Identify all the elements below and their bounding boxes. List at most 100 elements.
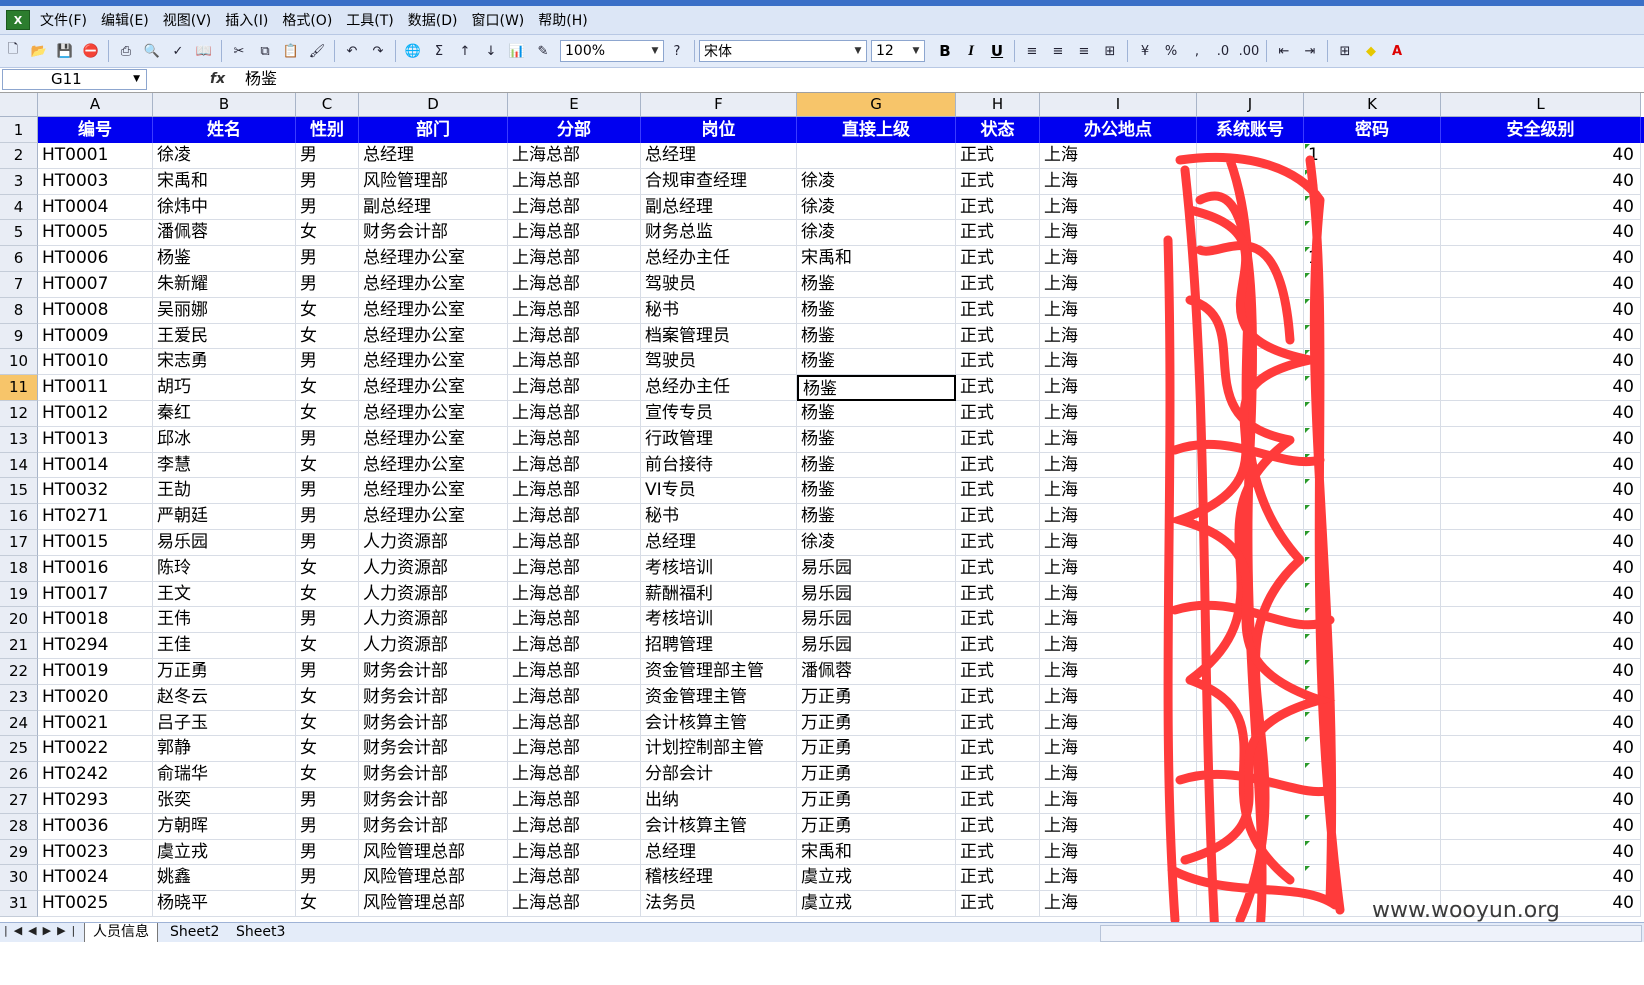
table-cell[interactable]: 万正勇 <box>797 710 956 737</box>
table-cell[interactable] <box>1197 375 1304 401</box>
table-cell[interactable]: 女 <box>296 736 359 763</box>
table-cell[interactable]: 男 <box>296 788 359 814</box>
column-header-a[interactable]: A <box>38 93 153 117</box>
table-cell[interactable]: 上海 <box>1040 813 1197 840</box>
table-cell[interactable]: HT0017 <box>38 581 153 608</box>
table-cell[interactable]: 上海总部 <box>508 375 641 401</box>
table-cell[interactable]: 合规审查经理 <box>641 168 797 195</box>
sort-descending-icon[interactable]: ↓ <box>480 40 502 62</box>
table-cell[interactable]: 上海 <box>1040 788 1197 814</box>
table-cell[interactable] <box>1304 452 1441 479</box>
table-cell[interactable]: 总经理办公室 <box>359 323 508 350</box>
table-cell[interactable]: 万正勇 <box>797 813 956 840</box>
table-cell[interactable]: 上海 <box>1040 194 1197 221</box>
table-cell[interactable]: 上海总部 <box>508 659 641 685</box>
table-cell[interactable]: HT0024 <box>38 865 153 892</box>
table-cell[interactable]: 男 <box>296 426 359 453</box>
table-cell[interactable]: 上海总部 <box>508 813 641 840</box>
table-cell[interactable]: 上海总部 <box>508 736 641 763</box>
chevron-down-icon[interactable]: ▼ <box>908 41 924 61</box>
table-cell[interactable]: 徐凌 <box>797 220 956 247</box>
table-cell[interactable]: 易乐园 <box>153 530 296 556</box>
table-cell[interactable]: 杨鉴 <box>797 478 956 505</box>
table-cell[interactable]: 易乐园 <box>797 581 956 608</box>
copy-icon[interactable]: ⧉ <box>254 40 276 62</box>
autosum-icon[interactable]: Σ <box>428 40 450 62</box>
table-cell[interactable]: 女 <box>296 710 359 737</box>
table-cell[interactable]: 男 <box>296 478 359 505</box>
table-cell[interactable]: 正式 <box>956 607 1040 634</box>
table-cell[interactable]: 上海 <box>1040 736 1197 763</box>
table-cell[interactable]: 虞立戎 <box>153 839 296 866</box>
table-cell[interactable] <box>1304 762 1441 788</box>
table-cell[interactable]: 正式 <box>956 710 1040 737</box>
table-cell[interactable]: 40 <box>1441 710 1641 737</box>
zoom-select[interactable]: 100% ▼ <box>560 40 664 62</box>
currency-icon[interactable]: ¥ <box>1134 40 1156 62</box>
header-cell[interactable]: 办公地点 <box>1040 117 1197 143</box>
table-cell[interactable] <box>1304 194 1441 221</box>
table-cell[interactable]: 上海 <box>1040 607 1197 634</box>
table-cell[interactable]: 陈玲 <box>153 555 296 582</box>
row-header[interactable]: 23 <box>0 684 38 711</box>
table-cell[interactable] <box>1197 659 1304 685</box>
table-cell[interactable]: 40 <box>1441 607 1641 634</box>
table-cell[interactable]: 人力资源部 <box>359 530 508 556</box>
table-cell[interactable]: 上海总部 <box>508 865 641 892</box>
table-cell[interactable]: 正式 <box>956 349 1040 376</box>
table-cell[interactable]: 正式 <box>956 762 1040 788</box>
row-header[interactable]: 9 <box>0 323 38 350</box>
table-cell[interactable]: 易乐园 <box>797 607 956 634</box>
table-cell[interactable]: 男 <box>296 349 359 376</box>
table-cell[interactable]: 男 <box>296 168 359 195</box>
tab-sheet-personnel[interactable]: 人员信息 <box>84 923 158 943</box>
table-cell[interactable]: 前台接待 <box>641 452 797 479</box>
table-cell[interactable]: HT0036 <box>38 813 153 840</box>
table-cell[interactable]: 正式 <box>956 865 1040 892</box>
table-cell[interactable]: 40 <box>1441 426 1641 453</box>
table-cell[interactable]: 总经理 <box>641 143 797 169</box>
table-cell[interactable]: 总经理办公室 <box>359 504 508 530</box>
save-icon[interactable]: 💾 <box>54 40 76 62</box>
table-cell[interactable]: 40 <box>1441 272 1641 298</box>
table-cell[interactable] <box>1197 220 1304 247</box>
table-cell[interactable]: 杨鉴 <box>797 504 956 530</box>
table-cell[interactable]: 徐凌 <box>797 168 956 195</box>
table-cell[interactable]: 邱冰 <box>153 426 296 453</box>
table-cell[interactable]: 上海 <box>1040 426 1197 453</box>
hyperlink-icon[interactable]: 🌐 <box>402 40 424 62</box>
table-cell[interactable]: 分部会计 <box>641 762 797 788</box>
table-cell[interactable]: 40 <box>1441 530 1641 556</box>
table-cell[interactable] <box>1304 530 1441 556</box>
table-cell[interactable]: 万正勇 <box>153 659 296 685</box>
table-cell[interactable]: 上海总部 <box>508 478 641 505</box>
table-cell[interactable]: 男 <box>296 530 359 556</box>
table-cell[interactable]: 人力资源部 <box>359 581 508 608</box>
table-cell[interactable] <box>1304 813 1441 840</box>
table-cell[interactable]: 正式 <box>956 504 1040 530</box>
table-cell[interactable]: 会计核算主管 <box>641 813 797 840</box>
table-cell[interactable]: 40 <box>1441 684 1641 711</box>
row-header[interactable]: 17 <box>0 530 38 556</box>
menu-edit[interactable]: 编辑(E) <box>101 10 149 30</box>
table-cell[interactable] <box>1197 349 1304 376</box>
table-cell[interactable] <box>1197 607 1304 634</box>
table-cell[interactable]: 40 <box>1441 143 1641 169</box>
table-cell[interactable]: HT0022 <box>38 736 153 763</box>
table-cell[interactable]: 秘书 <box>641 504 797 530</box>
table-cell[interactable]: 王文 <box>153 581 296 608</box>
table-cell[interactable] <box>1197 762 1304 788</box>
font-size-select[interactable]: 12 ▼ <box>871 40 925 62</box>
row-header[interactable]: 15 <box>0 478 38 505</box>
sheet-nav-arrows-icon[interactable]: |◀◀▶▶| <box>4 924 81 937</box>
table-cell[interactable]: 上海总部 <box>508 530 641 556</box>
column-header-f[interactable]: F <box>641 93 797 117</box>
tab-sheet3[interactable]: Sheet3 <box>228 923 293 942</box>
table-cell[interactable]: 驾驶员 <box>641 272 797 298</box>
menu-format[interactable]: 格式(O) <box>282 10 332 30</box>
table-cell[interactable]: 财务会计部 <box>359 684 508 711</box>
print-preview-icon[interactable]: 🔍 <box>141 40 163 62</box>
cut-icon[interactable]: ✂ <box>228 40 250 62</box>
menu-tools[interactable]: 工具(T) <box>346 10 393 30</box>
table-cell[interactable]: HT0018 <box>38 607 153 634</box>
